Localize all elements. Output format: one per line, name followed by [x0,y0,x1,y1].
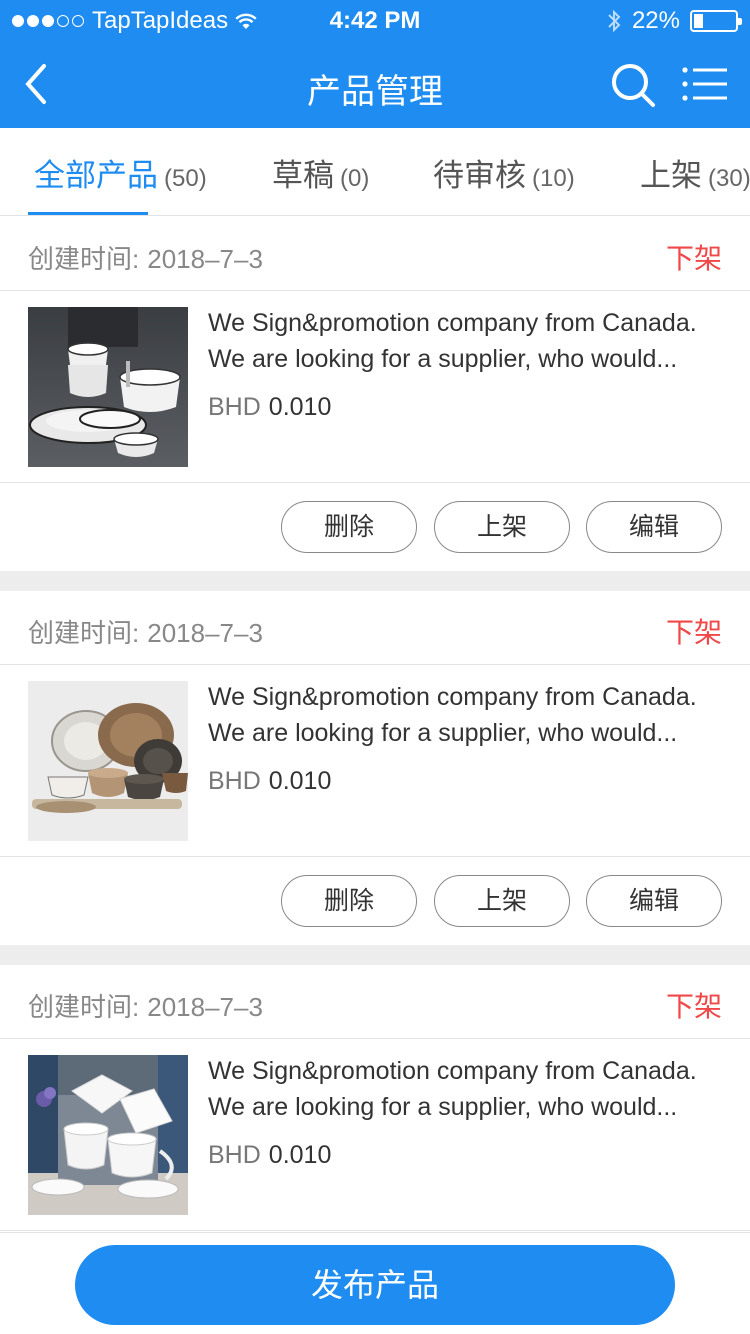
product-price: BHD 0.010 [208,767,331,796]
tab-all-products[interactable]: 全部产品 (50) [34,150,207,195]
product-image-dinnerware-white [28,307,188,467]
tab-pending-review[interactable]: 待审核 (10) [433,150,575,195]
price-value: 0.010 [268,393,332,421]
delete-button[interactable]: 删除 [281,875,417,927]
tab-label: 全部产品 [34,158,158,193]
description-line-2: We are looking for a supplier, who would… [208,1093,678,1121]
edit-button[interactable]: 编辑 [586,875,722,927]
created-date: 2018–7–3 [147,992,263,1022]
created-time: 创建时间: 2018–7–3 [28,239,263,276]
bluetooth-icon [608,9,621,33]
card-header: 创建时间: 2018–7–3 下架 [0,591,750,665]
tab-listed[interactable]: 上架 (30) [640,150,750,195]
product-description: We Sign&promotion company from Canada. W… [208,305,728,377]
product-info[interactable]: We Sign&promotion company from Canada. W… [0,291,750,483]
created-label: 创建时间: [28,244,140,274]
search-icon[interactable] [608,60,658,110]
delete-button[interactable]: 删除 [281,501,417,553]
edit-button[interactable]: 编辑 [586,501,722,553]
product-image-dinnerware-earthtone [28,681,188,841]
card-actions: 删除 上架 编辑 [0,483,750,571]
status-bar: TapTapIdeas 4:42 PM 22% [0,0,750,40]
delist-action[interactable]: 下架 [666,237,722,277]
tab-count: (0) [340,165,370,192]
list-button[interactable]: 上架 [434,501,570,553]
price-currency: BHD [208,393,261,421]
battery-fill [694,14,703,28]
price-value: 0.010 [268,1141,332,1169]
tab-count: (30) [708,165,750,192]
battery-percent: 22% [631,7,680,34]
description-line-1: We Sign&promotion company from Canada. [208,683,697,711]
card-header: 创建时间: 2018–7–3 下架 [0,965,750,1039]
tab-drafts[interactable]: 草稿 (0) [272,150,369,195]
active-tab-indicator [28,212,148,215]
description-line-1: We Sign&promotion company from Canada. [208,309,697,337]
price-currency: BHD [208,1141,261,1169]
app-header: TapTapIdeas 4:42 PM 22% 产品管理 [0,0,750,128]
tab-label: 上架 [640,158,702,193]
tab-label: 待审核 [433,158,526,193]
product-card: 创建时间: 2018–7–3 下架 We Sign&promotion comp… [0,217,750,571]
product-card: 创建时间: 2018–7–3 下架 We Sign&promotion comp… [0,965,750,1233]
tab-label: 草稿 [272,158,334,193]
created-label: 创建时间: [28,618,140,648]
delist-action[interactable]: 下架 [666,985,722,1025]
bottom-action-bar: 发布产品 [0,1232,750,1334]
list-button[interactable]: 上架 [434,875,570,927]
created-date: 2018–7–3 [147,618,263,648]
status-right: 22% [606,7,742,35]
product-description: We Sign&promotion company from Canada. W… [208,1053,728,1125]
card-separator [0,571,750,591]
card-header: 创建时间: 2018–7–3 下架 [0,217,750,291]
created-label: 创建时间: [28,992,140,1022]
created-time: 创建时间: 2018–7–3 [28,613,263,650]
product-description: We Sign&promotion company from Canada. W… [208,679,728,751]
product-card: 创建时间: 2018–7–3 下架 We Sign&promotion comp… [0,591,750,945]
card-actions: 删除 上架 编辑 [0,857,750,945]
product-image-dinnerware-porcelain [28,1055,188,1215]
publish-product-button[interactable]: 发布产品 [75,1245,675,1325]
product-price: BHD 0.010 [208,1141,331,1170]
card-separator [0,945,750,965]
delist-action[interactable]: 下架 [666,611,722,651]
description-line-2: We are looking for a supplier, who would… [208,345,678,373]
tab-bar: 全部产品 (50) 草稿 (0) 待审核 (10) 上架 (30) [0,128,750,216]
price-value: 0.010 [268,767,332,795]
description-line-2: We are looking for a supplier, who would… [208,719,678,747]
battery-icon [690,10,742,32]
created-date: 2018–7–3 [147,244,263,274]
tab-count: (50) [164,165,207,192]
product-info[interactable]: We Sign&promotion company from Canada. W… [0,665,750,857]
product-price: BHD 0.010 [208,393,331,422]
tab-count: (10) [532,165,575,192]
created-time: 创建时间: 2018–7–3 [28,987,263,1024]
price-currency: BHD [208,767,261,795]
product-info[interactable]: We Sign&promotion company from Canada. W… [0,1039,750,1231]
list-menu-icon[interactable] [680,64,728,104]
description-line-1: We Sign&promotion company from Canada. [208,1057,697,1085]
navigation-bar: 产品管理 [0,40,750,128]
